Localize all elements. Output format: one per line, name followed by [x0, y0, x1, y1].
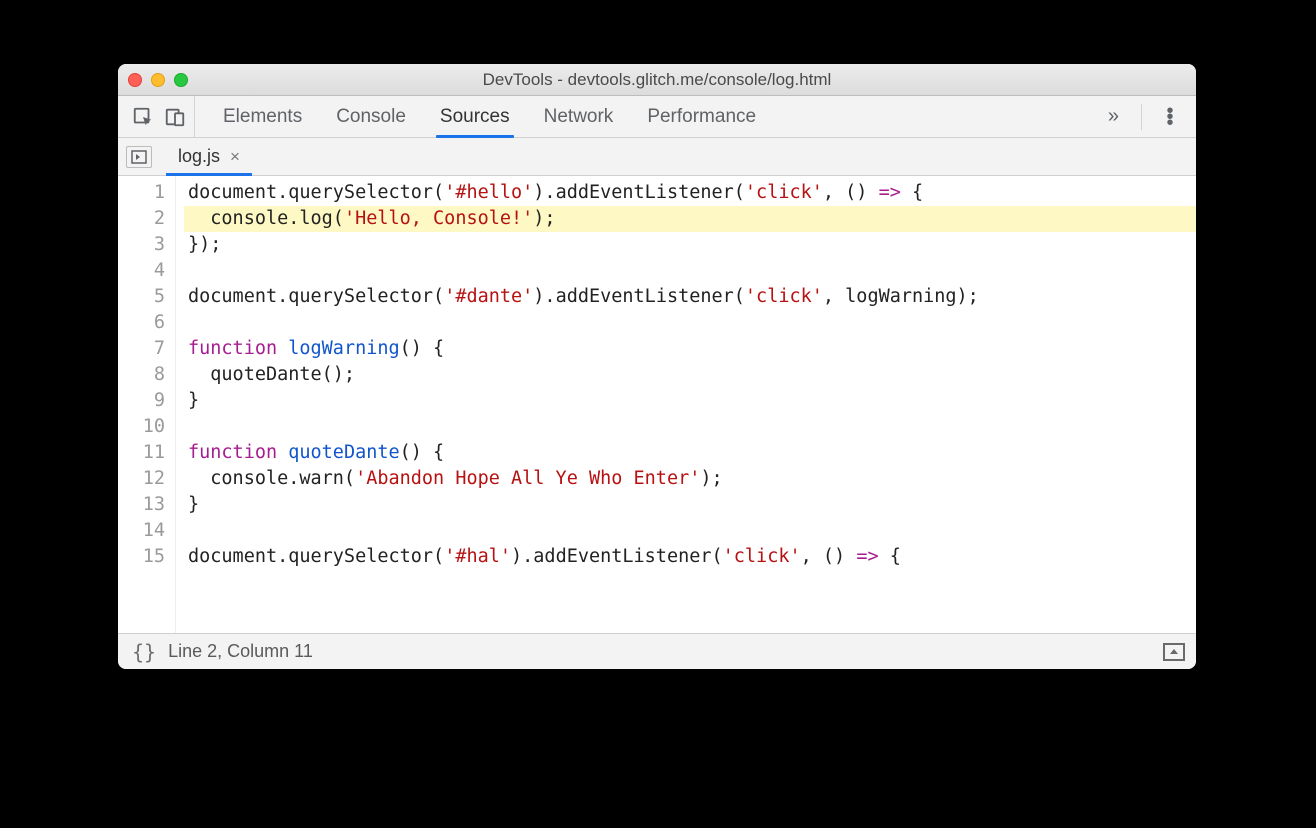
settings-menu-button[interactable]: ••• — [1156, 108, 1184, 126]
titlebar: DevTools - devtools.glitch.me/console/lo… — [118, 64, 1196, 96]
code-line[interactable]: document.querySelector('#dante').addEven… — [184, 284, 1196, 310]
line-number: 3 — [118, 232, 165, 258]
file-tab-log-js[interactable]: log.js × — [166, 138, 252, 175]
code-line[interactable]: console.log('Hello, Console!'); — [184, 206, 1196, 232]
code-line[interactable]: document.querySelector('#hello').addEven… — [184, 180, 1196, 206]
code-line[interactable]: quoteDante(); — [184, 362, 1196, 388]
line-number: 11 — [118, 440, 165, 466]
line-number: 15 — [118, 544, 165, 570]
close-window-button[interactable] — [128, 73, 142, 87]
line-number: 5 — [118, 284, 165, 310]
line-number: 9 — [118, 388, 165, 414]
devtools-window: DevTools - devtools.glitch.me/console/lo… — [118, 64, 1196, 669]
inspect-element-icon[interactable] — [132, 106, 154, 128]
code-content[interactable]: document.querySelector('#hello').addEven… — [176, 176, 1196, 633]
code-line[interactable]: document.querySelector('#hal').addEventL… — [184, 544, 1196, 570]
toggle-drawer-button[interactable] — [1162, 642, 1186, 662]
line-number: 4 — [118, 258, 165, 284]
tab-performance[interactable]: Performance — [647, 96, 756, 137]
file-tab-label: log.js — [178, 146, 220, 167]
code-line[interactable]: } — [184, 492, 1196, 518]
code-line[interactable]: }); — [184, 232, 1196, 258]
code-editor[interactable]: 123456789101112131415 document.querySele… — [118, 176, 1196, 633]
line-number: 14 — [118, 518, 165, 544]
zoom-window-button[interactable] — [174, 73, 188, 87]
line-number-gutter: 123456789101112131415 — [118, 176, 176, 633]
code-line[interactable] — [184, 310, 1196, 336]
minimize-window-button[interactable] — [151, 73, 165, 87]
show-navigator-button[interactable] — [126, 146, 152, 168]
device-toolbar-icon[interactable] — [164, 106, 186, 128]
cursor-position: Line 2, Column 11 — [168, 641, 313, 662]
line-number: 8 — [118, 362, 165, 388]
code-line[interactable]: } — [184, 388, 1196, 414]
code-line[interactable] — [184, 258, 1196, 284]
line-number: 13 — [118, 492, 165, 518]
line-number: 6 — [118, 310, 165, 336]
line-number: 1 — [118, 180, 165, 206]
tab-elements[interactable]: Elements — [223, 96, 302, 137]
tab-console[interactable]: Console — [336, 96, 406, 137]
code-line[interactable] — [184, 414, 1196, 440]
code-line[interactable]: function logWarning() { — [184, 336, 1196, 362]
sources-filebar: log.js × — [118, 138, 1196, 176]
pretty-print-button[interactable]: {} — [128, 640, 168, 664]
window-title: DevTools - devtools.glitch.me/console/lo… — [118, 70, 1196, 90]
line-number: 12 — [118, 466, 165, 492]
divider — [1141, 104, 1142, 130]
line-number: 10 — [118, 414, 165, 440]
tab-network[interactable]: Network — [544, 96, 614, 137]
window-controls — [128, 73, 188, 87]
code-line[interactable] — [184, 518, 1196, 544]
close-file-tab-button[interactable]: × — [230, 147, 240, 167]
panel-tabstrip: Elements Console Sources Network Perform… — [118, 96, 1196, 138]
line-number: 7 — [118, 336, 165, 362]
code-line[interactable]: console.warn('Abandon Hope All Ye Who En… — [184, 466, 1196, 492]
line-number: 2 — [118, 206, 165, 232]
more-tabs-button[interactable]: » — [1100, 105, 1127, 128]
code-line[interactable]: function quoteDante() { — [184, 440, 1196, 466]
statusbar: {} Line 2, Column 11 — [118, 633, 1196, 669]
tab-sources[interactable]: Sources — [440, 96, 510, 137]
